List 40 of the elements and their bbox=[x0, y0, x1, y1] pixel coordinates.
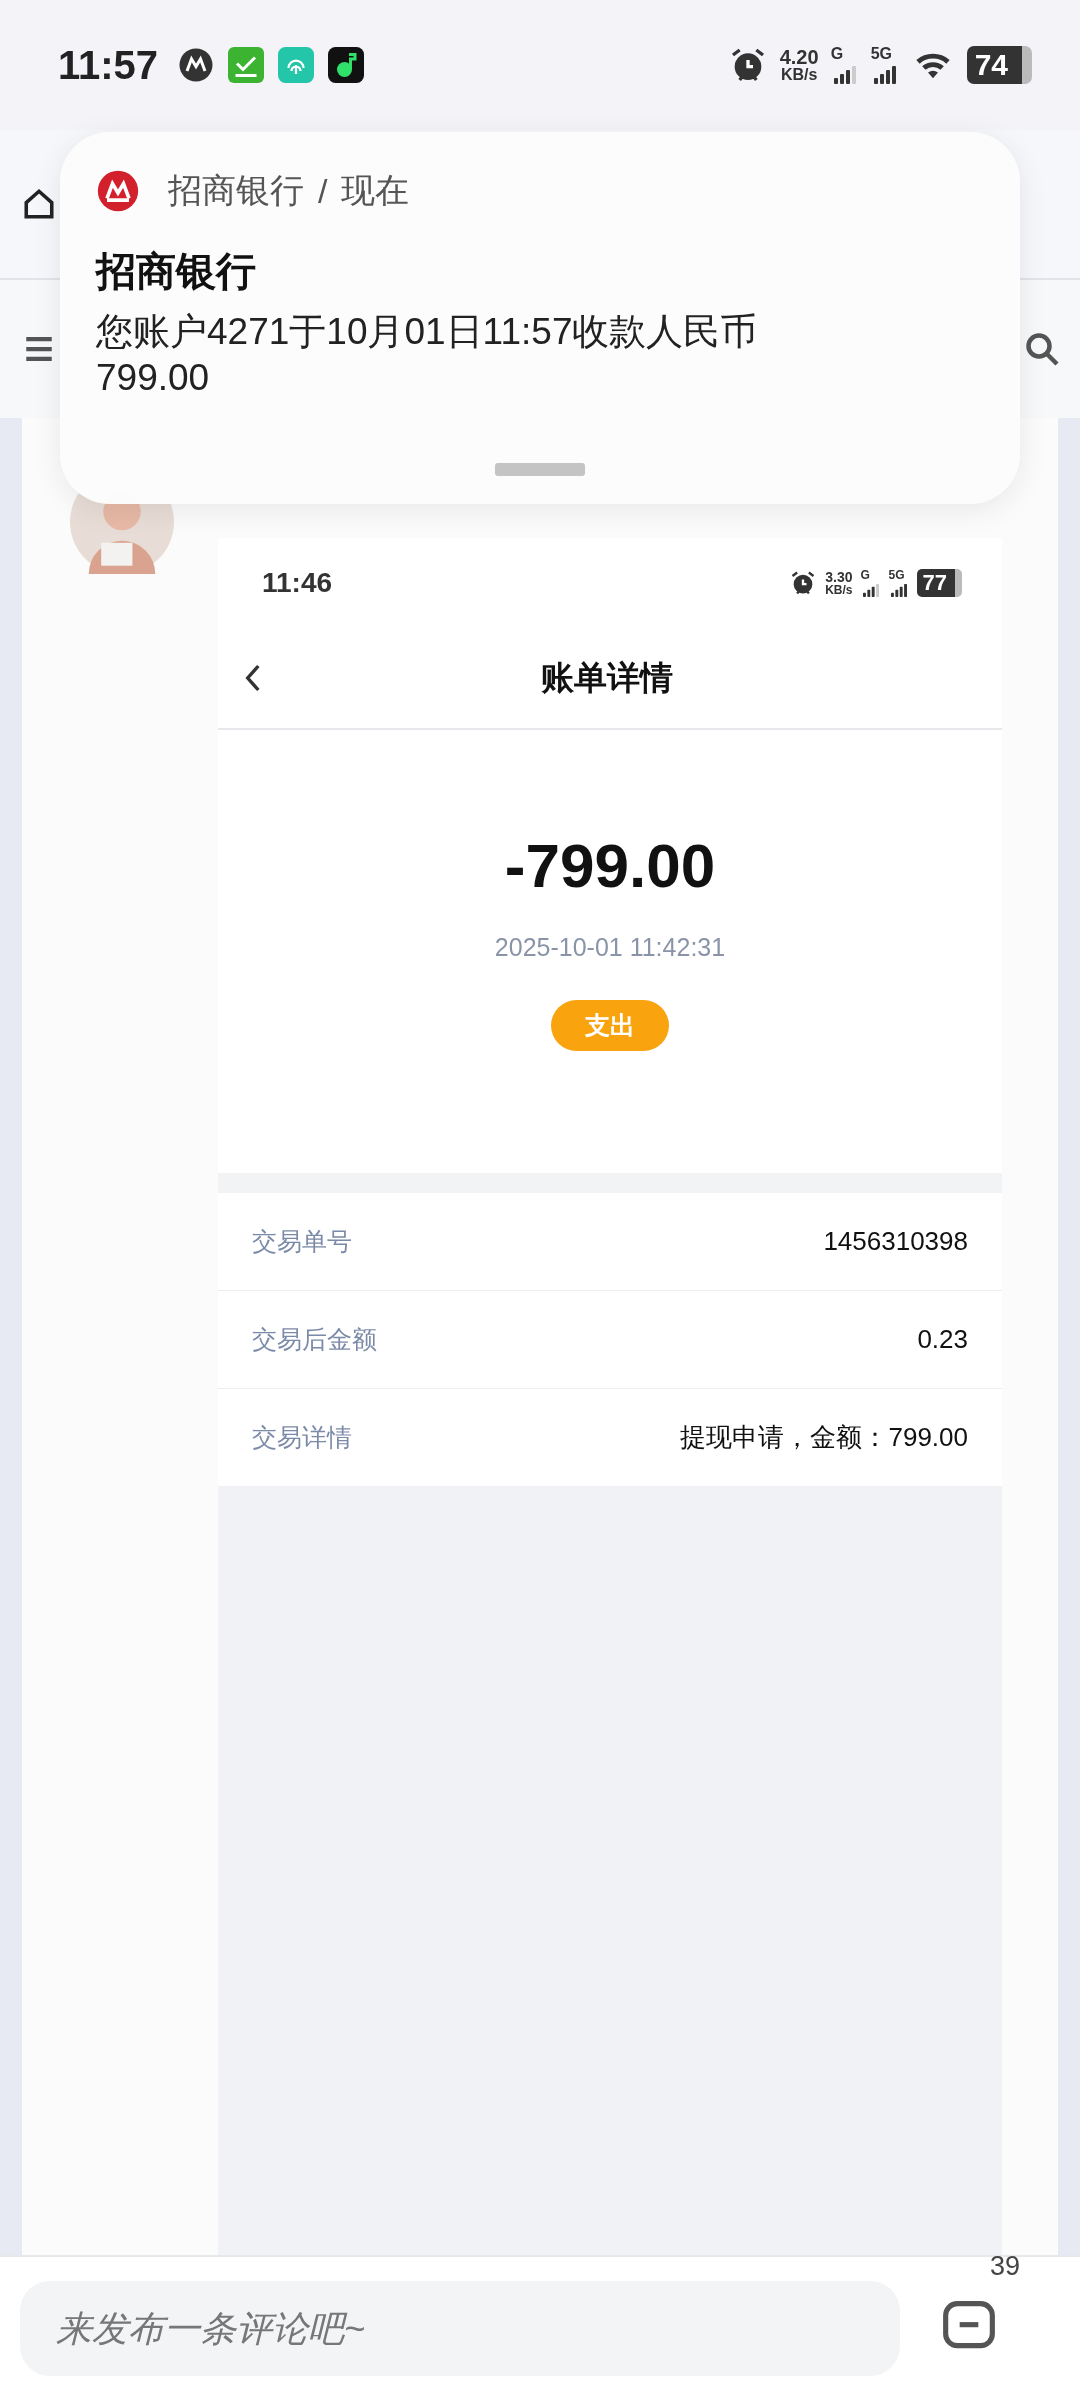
signal-icon bbox=[860, 581, 881, 597]
separator: / bbox=[318, 171, 328, 211]
status-time: 11:46 bbox=[262, 567, 333, 599]
network-label: 5G bbox=[888, 569, 905, 581]
network-speed: 3.30 bbox=[825, 570, 853, 584]
home-icon bbox=[22, 187, 56, 221]
notification-time: 现在 bbox=[341, 170, 410, 211]
checkmark-app-icon bbox=[228, 47, 265, 83]
search-icon bbox=[1024, 331, 1060, 367]
field-value: 1456310398 bbox=[823, 1226, 968, 1257]
page-title: 账单详情 bbox=[541, 657, 673, 698]
field-label: 交易后金额 bbox=[252, 1324, 377, 1355]
notification-title: 招商银行 bbox=[96, 248, 257, 295]
field-value: 0.23 bbox=[917, 1324, 968, 1355]
network-label: G bbox=[830, 46, 844, 62]
network-speed: 4.20 bbox=[779, 47, 819, 67]
transaction-time: 2025-10-01 11:42:31 bbox=[494, 933, 726, 962]
speed-unit: KB/s bbox=[825, 584, 853, 596]
network-label: 5G bbox=[870, 46, 892, 62]
field-value: 提现申请，金额：799.00 bbox=[680, 1421, 968, 1454]
app-name: 招商银行 bbox=[168, 170, 304, 211]
field-label: 交易单号 bbox=[252, 1226, 352, 1257]
signal-icon bbox=[888, 581, 909, 597]
fingerprint-app-icon bbox=[278, 47, 315, 83]
comment-count: 39 bbox=[990, 2250, 1021, 2282]
notification-text: 您账户4271于10月01日11:57收款人民币799.00 bbox=[96, 310, 759, 401]
drag-handle[interactable] bbox=[495, 463, 585, 476]
amount: -799.00 bbox=[504, 835, 716, 897]
type-tag: 支出 bbox=[551, 1000, 669, 1051]
network-label: G bbox=[860, 569, 870, 581]
status-time: 11:57 bbox=[58, 42, 159, 88]
notification-card[interactable]: 招商银行 / 现在 招商银行 您账户4271于10月01日11:57收款人民币799.00 bbox=[60, 132, 1020, 504]
comment-field[interactable]: 来发布一条评论吧~ bbox=[20, 2281, 900, 2376]
battery-icon: 77 bbox=[916, 569, 962, 597]
bank-logo-icon bbox=[96, 169, 140, 213]
music-app-icon bbox=[328, 47, 365, 83]
speed-unit: KB/s bbox=[780, 67, 818, 83]
field-label: 交易详情 bbox=[252, 1422, 352, 1453]
battery-icon: 74 bbox=[966, 46, 1032, 84]
bank-logo-icon bbox=[178, 47, 215, 83]
